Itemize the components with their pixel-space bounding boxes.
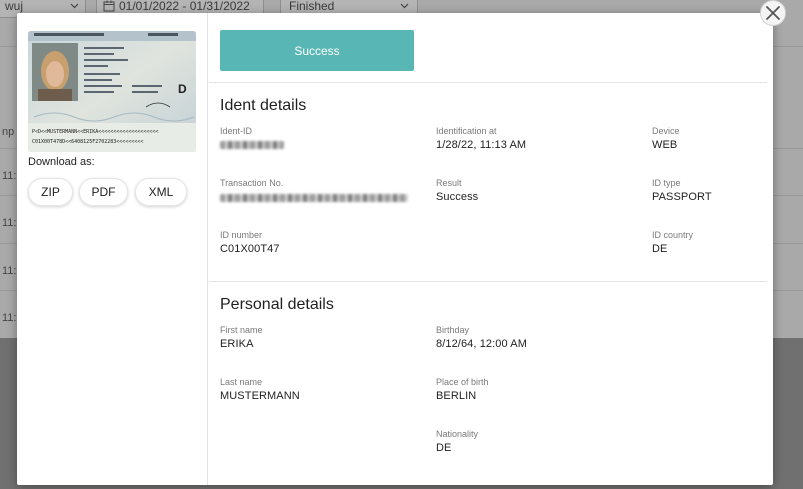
- id-number-value: C01X00T47: [220, 243, 280, 255]
- last-name-label: Last name: [220, 377, 263, 387]
- birthday-value: 8/12/64, 12:00 AM: [436, 338, 527, 350]
- calendar-icon: [103, 0, 115, 12]
- chevron-down-icon: [400, 3, 409, 9]
- bg-row-time: 11:: [2, 217, 17, 229]
- ident-id-redacted: [220, 141, 284, 149]
- transaction-no-redacted: [220, 194, 408, 202]
- download-label: Download as:: [28, 156, 95, 168]
- divider: [209, 82, 767, 83]
- divider: [209, 281, 767, 282]
- id-country-value: DE: [652, 243, 668, 255]
- first-name-value: ERIKA: [220, 338, 254, 350]
- device-value: WEB: [652, 139, 678, 151]
- device-label: Device: [652, 126, 680, 136]
- bg-status-filter-value: Finished: [289, 0, 335, 13]
- ident-details-title: Ident details: [220, 97, 307, 114]
- identification-at-label: Identification at: [436, 126, 497, 136]
- personal-details-title: Personal details: [220, 296, 334, 313]
- svg-text:P<D<<MUSTERMANN<<ERIKA<<<<<<<<: P<D<<MUSTERMANN<<ERIKA<<<<<<<<<<<<<<<<<<…: [32, 129, 158, 135]
- id-country-label: ID country: [652, 230, 694, 240]
- id-type-label: ID type: [652, 178, 681, 188]
- nationality-label: Nationality: [436, 429, 479, 439]
- last-name-value: MUSTERMANN: [220, 390, 300, 402]
- result-label: Result: [436, 178, 462, 188]
- id-number-label: ID number: [220, 230, 263, 240]
- place-of-birth-label: Place of birth: [436, 377, 489, 387]
- status-success-button[interactable]: Success: [220, 30, 414, 71]
- svg-text:D: D: [178, 82, 187, 96]
- result-value: Success: [436, 191, 479, 203]
- place-of-birth-value: BERLIN: [436, 390, 477, 402]
- bg-row-time: 11:: [2, 265, 17, 277]
- document-sidebar: D P<D<<MUSTERMANN<<ERIKA<<<<<<<<<<<<<<<<…: [17, 13, 208, 485]
- chevron-down-icon: [70, 3, 79, 9]
- close-icon: [766, 6, 780, 20]
- bg-row-time: 11:: [2, 170, 17, 182]
- id-card-image: D P<D<<MUSTERMANN<<ERIKA<<<<<<<<<<<<<<<<…: [28, 31, 196, 152]
- svg-text:C01X00T478D<<6408125F2702283<<: C01X00T478D<<6408125F2702283<<<<<<<<<: [32, 139, 143, 145]
- transaction-no-label: Transaction No.: [220, 178, 284, 188]
- nationality-value: DE: [436, 442, 452, 454]
- bg-column-fragment: np: [2, 126, 15, 138]
- bg-row-time: 11:: [2, 312, 17, 324]
- ident-id-label: Ident-ID: [220, 126, 253, 136]
- identification-at-value: 1/28/22, 11:13 AM: [436, 139, 527, 151]
- download-zip-button[interactable]: ZIP: [28, 178, 73, 206]
- bg-filter-left-value: wuj: [5, 0, 24, 13]
- bg-date-range-value: 01/01/2022 - 01/31/2022: [119, 0, 250, 13]
- first-name-label: First name: [220, 325, 263, 335]
- close-button[interactable]: [760, 0, 786, 26]
- id-type-value: PASSPORT: [652, 191, 712, 203]
- download-pdf-button[interactable]: PDF: [79, 178, 128, 206]
- birthday-label: Birthday: [436, 325, 470, 335]
- download-xml-button[interactable]: XML: [135, 178, 187, 206]
- ident-detail-modal: D P<D<<MUSTERMANN<<ERIKA<<<<<<<<<<<<<<<<…: [17, 13, 773, 485]
